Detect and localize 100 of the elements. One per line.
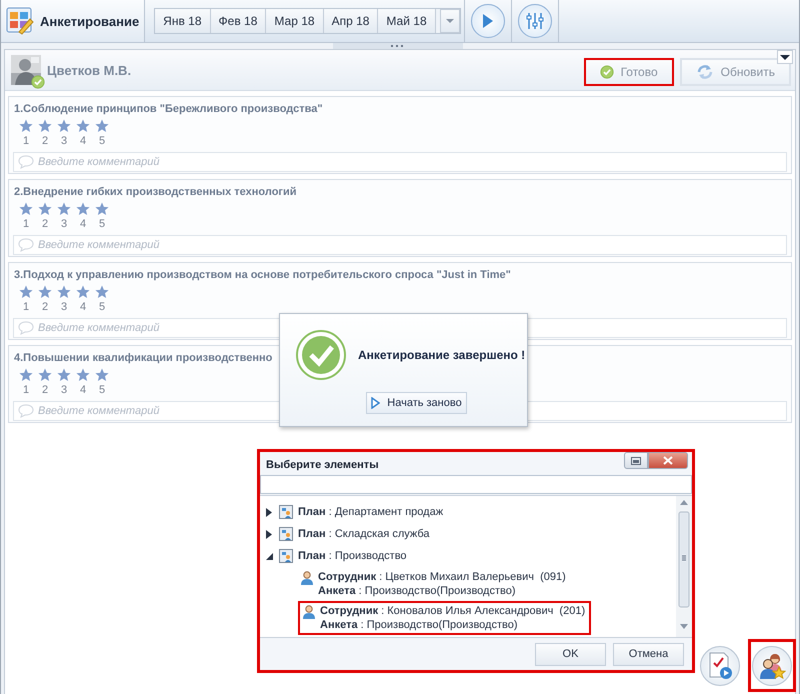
sliders-icon (526, 12, 544, 30)
employee-item[interactable]: Сотрудник : Коновалов Илья Александрович (201) Анкета : Производство(Производство) (300, 603, 590, 633)
employee-text: Сотрудник : Цветков Михаил Валерьевич (091) (318, 571, 566, 583)
respondent-name: Цветков М.В. (47, 62, 132, 78)
star-icon[interactable] (75, 201, 91, 216)
scrollbar[interactable] (676, 496, 692, 637)
month-tab[interactable]: Апр 18 (324, 9, 378, 33)
caret-icon (446, 19, 454, 23)
star-icon[interactable] (18, 284, 34, 299)
success-icon (296, 330, 346, 380)
scale-label: 3 (60, 218, 68, 230)
app-tab[interactable]: Анкетирование (1, 0, 146, 42)
scale-label: 2 (40, 384, 50, 396)
plan-icon (279, 527, 293, 541)
scale-label: 2 (40, 301, 50, 313)
star-icon[interactable] (18, 118, 34, 133)
scale-label: 4 (78, 218, 88, 230)
restart-button[interactable]: Начать заново (366, 392, 467, 414)
star-icon[interactable] (18, 367, 34, 382)
menu-button[interactable] (777, 50, 793, 64)
comment-icon (18, 321, 34, 335)
search-field[interactable] (260, 475, 692, 494)
app-icon (6, 7, 34, 35)
star-icon[interactable] (94, 284, 110, 299)
question-title: 4.Повышении квалификации производственно (14, 352, 272, 364)
star-icon[interactable] (56, 118, 72, 133)
star-icon[interactable] (94, 367, 110, 382)
scale-label: 3 (60, 301, 68, 313)
month-tab[interactable]: Мар 18 (266, 9, 324, 33)
star-icon[interactable] (37, 284, 53, 299)
month-tab[interactable]: Фев 18 (210, 9, 266, 33)
expand-icon[interactable] (266, 530, 272, 538)
star-icon[interactable] (37, 118, 53, 133)
comment-icon (18, 155, 34, 169)
star-icon[interactable] (94, 118, 110, 133)
dialog-button[interactable]: OK (535, 642, 606, 666)
check-icon (600, 65, 614, 79)
person-icon (300, 571, 314, 585)
scale-label: 5 (98, 384, 106, 396)
star-icon[interactable] (37, 201, 53, 216)
survey-text: Анкета : Производство(Производство) (320, 619, 519, 631)
survey-text: Анкета : Производство(Производство) (318, 585, 517, 597)
tree-item[interactable]: План : Производство (298, 550, 407, 562)
dialog-title: Выберите элементы (266, 459, 380, 471)
collapse-icon[interactable] (266, 552, 272, 560)
scale-label: 4 (78, 384, 88, 396)
question-title: 1.Соблюдение принципов "Бережливого производства" (14, 103, 323, 115)
star-icon[interactable] (94, 201, 110, 216)
completion-message: Анкетирование завершено ! (358, 348, 526, 362)
person-icon (302, 605, 316, 619)
employee-text: Сотрудник : Коновалов Илья Александрович (201) (320, 605, 586, 617)
comment-icon (18, 238, 34, 252)
scale-label: 2 (40, 135, 50, 147)
scale-label: 1 (22, 135, 30, 147)
comment-field[interactable]: Введите комментарий (13, 152, 787, 172)
star-icon[interactable] (75, 367, 91, 382)
settings-button[interactable] (518, 4, 552, 38)
star-icon[interactable] (18, 201, 34, 216)
expand-icon[interactable] (266, 508, 272, 516)
scale-label: 4 (78, 135, 88, 147)
dialog-button[interactable]: Отмена (613, 642, 684, 666)
scale-label: 5 (98, 301, 106, 313)
comment-field[interactable]: Введите комментарий (13, 235, 787, 255)
star-icon[interactable] (56, 367, 72, 382)
play-icon (371, 397, 380, 409)
month-tab[interactable]: Янв 18 (155, 9, 211, 33)
question-title: 3.Подход к управлению производством на основе потребительского спроса "Just in Time" (14, 269, 511, 281)
close-icon (663, 456, 673, 465)
scale-label: 1 (22, 218, 30, 230)
employee-item[interactable]: Сотрудник : Цветков Михаил Валерьевич (091) Анкета : Производство(Производство) (260, 569, 676, 599)
splitter-grip[interactable] (333, 43, 463, 49)
tree-item[interactable]: План : Департамент продаж (298, 506, 444, 518)
scale-label: 4 (78, 301, 88, 313)
star-icon[interactable] (37, 367, 53, 382)
restore-button[interactable] (624, 452, 648, 469)
scale-label: 1 (22, 301, 30, 313)
plan-icon (279, 505, 293, 519)
scale-label: 5 (98, 135, 106, 147)
month-tab[interactable]: Май 18 (378, 9, 436, 33)
tree-item[interactable]: План : Складская служба (298, 528, 430, 540)
play-button[interactable] (470, 4, 505, 38)
restore-icon (631, 456, 641, 464)
dropdown-button[interactable] (440, 9, 460, 33)
people-icon (758, 652, 786, 680)
scale-label: 1 (22, 384, 30, 396)
document-icon (707, 652, 733, 680)
plan-icon (279, 549, 293, 563)
scale-label: 3 (60, 135, 68, 147)
refresh-icon (696, 63, 714, 81)
star-icon[interactable] (56, 201, 72, 216)
scale-label: 2 (40, 218, 50, 230)
star-icon[interactable] (75, 284, 91, 299)
scale-label: 5 (98, 218, 106, 230)
question-title: 2.Внедрение гибких производственных технологий (14, 186, 297, 198)
scale-label: 3 (60, 384, 68, 396)
play-icon (482, 13, 494, 29)
close-button[interactable] (648, 452, 688, 469)
comment-icon (18, 404, 34, 418)
star-icon[interactable] (56, 284, 72, 299)
star-icon[interactable] (75, 118, 91, 133)
